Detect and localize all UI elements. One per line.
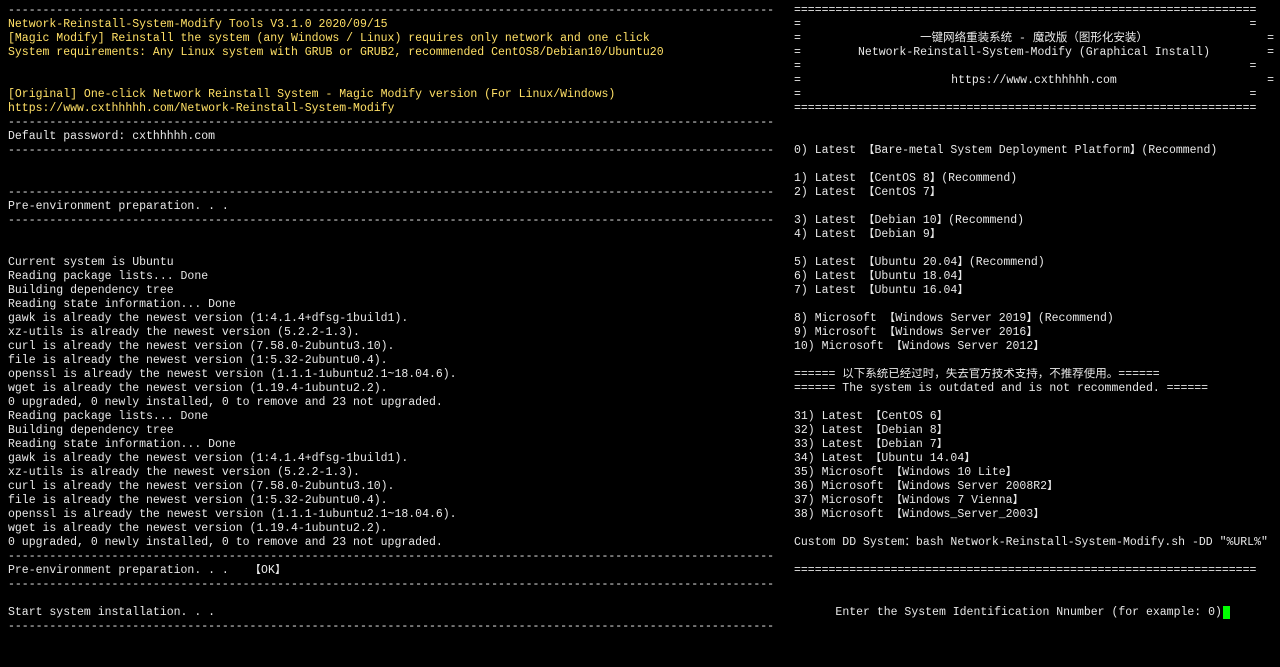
log-line: Reading state information... Done: [8, 298, 784, 312]
option-line: [794, 158, 1274, 172]
option-line: 4) Latest 【Debian 9】: [794, 228, 1274, 242]
option-line: 36) Microsoft 【Windows Server 2008R2】: [794, 480, 1274, 494]
option-line: 9) Microsoft 【Windows Server 2016】: [794, 326, 1274, 340]
option-line: [794, 396, 1274, 410]
input-prompt[interactable]: Enter the System Identification Nnumber …: [794, 592, 1274, 634]
log-line: wget is already the newest version (1.19…: [8, 382, 784, 396]
divider-eq: ========================================…: [794, 564, 1274, 578]
option-line: ====== The system is outdated and is not…: [794, 382, 1274, 396]
log-line: 0 upgraded, 0 newly installed, 0 to remo…: [8, 536, 784, 550]
option-line: ====== 以下系统已经过时，失去官方技术支持，不推荐使用。======: [794, 368, 1274, 382]
divider-eq: ========================================…: [794, 4, 1274, 18]
option-line: 0) Latest 【Bare-metal System Deployment …: [794, 144, 1274, 158]
option-line: 2) Latest 【CentOS 7】: [794, 186, 1274, 200]
divider: ----------------------------------------…: [8, 578, 784, 592]
option-line: [794, 298, 1274, 312]
tool-desc-2: System requirements: Any Linux system wi…: [8, 46, 784, 60]
option-line: 33) Latest 【Debian 7】: [794, 438, 1274, 452]
right-terminal: ========================================…: [790, 0, 1280, 667]
log-line: gawk is already the newest version (1:4.…: [8, 452, 784, 466]
log-line: wget is already the newest version (1.19…: [8, 522, 784, 536]
log-line: xz-utils is already the newest version (…: [8, 466, 784, 480]
option-line: [794, 522, 1274, 536]
left-terminal: ----------------------------------------…: [0, 0, 790, 667]
divider: ----------------------------------------…: [8, 144, 784, 158]
options-list: 0) Latest 【Bare-metal System Deployment …: [794, 144, 1274, 550]
log-line: xz-utils is already the newest version (…: [8, 326, 784, 340]
divider-eq: ========================================…: [794, 102, 1274, 116]
tool-desc-1: [Magic Modify] Reinstall the system (any…: [8, 32, 784, 46]
start-install-label: Start system installation. . .: [8, 606, 784, 620]
box-line: = =: [794, 18, 1274, 32]
box-line: = =: [794, 88, 1274, 102]
default-password: Default password: cxthhhhh.com: [8, 130, 784, 144]
log-line: Building dependency tree: [8, 284, 784, 298]
option-line: 37) Microsoft 【Windows 7 Vienna】: [794, 494, 1274, 508]
cursor-icon: [1223, 606, 1230, 619]
option-line: [794, 242, 1274, 256]
pre-env-ok: Pre-environment preparation. . . 【OK】: [8, 564, 784, 578]
divider: ----------------------------------------…: [8, 116, 784, 130]
log-line: curl is already the newest version (7.58…: [8, 340, 784, 354]
divider: ----------------------------------------…: [8, 4, 784, 18]
option-line: 34) Latest 【Ubuntu 14.04】: [794, 452, 1274, 466]
divider: ----------------------------------------…: [8, 214, 784, 228]
option-line: 35) Microsoft 【Windows 10 Lite】: [794, 466, 1274, 480]
option-line: 3) Latest 【Debian 10】(Recommend): [794, 214, 1274, 228]
original-url: https://www.cxthhhhh.com/Network-Reinsta…: [8, 102, 784, 116]
option-line: 1) Latest 【CentOS 8】(Recommend): [794, 172, 1274, 186]
header-url: = https://www.cxthhhhh.com =: [794, 74, 1274, 88]
option-line: 5) Latest 【Ubuntu 20.04】(Recommend): [794, 256, 1274, 270]
option-line: 31) Latest 【CentOS 6】: [794, 410, 1274, 424]
divider: ----------------------------------------…: [8, 550, 784, 564]
log-output: Current system is UbuntuReading package …: [8, 256, 784, 550]
header-en: = Network-Reinstall-System-Modify (Graph…: [794, 46, 1274, 60]
log-line: Reading package lists... Done: [8, 270, 784, 284]
log-line: openssl is already the newest version (1…: [8, 508, 784, 522]
tool-title: Network-Reinstall-System-Modify Tools V3…: [8, 18, 784, 32]
original-line-1: [Original] One-click Network Reinstall S…: [8, 88, 784, 102]
divider: ----------------------------------------…: [8, 620, 784, 634]
log-line: Reading package lists... Done: [8, 410, 784, 424]
option-line: 7) Latest 【Ubuntu 16.04】: [794, 284, 1274, 298]
log-line: file is already the newest version (1:5.…: [8, 354, 784, 368]
log-line: 0 upgraded, 0 newly installed, 0 to remo…: [8, 396, 784, 410]
option-line: 38) Microsoft 【Windows_Server_2003】: [794, 508, 1274, 522]
log-line: curl is already the newest version (7.58…: [8, 480, 784, 494]
log-line: Building dependency tree: [8, 424, 784, 438]
log-line: file is already the newest version (1:5.…: [8, 494, 784, 508]
log-line: openssl is already the newest version (1…: [8, 368, 784, 382]
box-line: = =: [794, 60, 1274, 74]
option-line: 10) Microsoft 【Windows Server 2012】: [794, 340, 1274, 354]
log-line: Reading state information... Done: [8, 438, 784, 452]
option-line: 32) Latest 【Debian 8】: [794, 424, 1274, 438]
option-line: 8) Microsoft 【Windows Server 2019】(Recom…: [794, 312, 1274, 326]
pre-env-label: Pre-environment preparation. . .: [8, 200, 784, 214]
header-cn: = 一键网络重装系统 - 魔改版（图形化安装） =: [794, 32, 1274, 46]
option-line: 6) Latest 【Ubuntu 18.04】: [794, 270, 1274, 284]
log-line: gawk is already the newest version (1:4.…: [8, 312, 784, 326]
log-line: Current system is Ubuntu: [8, 256, 784, 270]
option-line: [794, 354, 1274, 368]
divider: ----------------------------------------…: [8, 186, 784, 200]
option-line: [794, 200, 1274, 214]
option-line: Custom DD System：bash Network-Reinstall-…: [794, 536, 1274, 550]
